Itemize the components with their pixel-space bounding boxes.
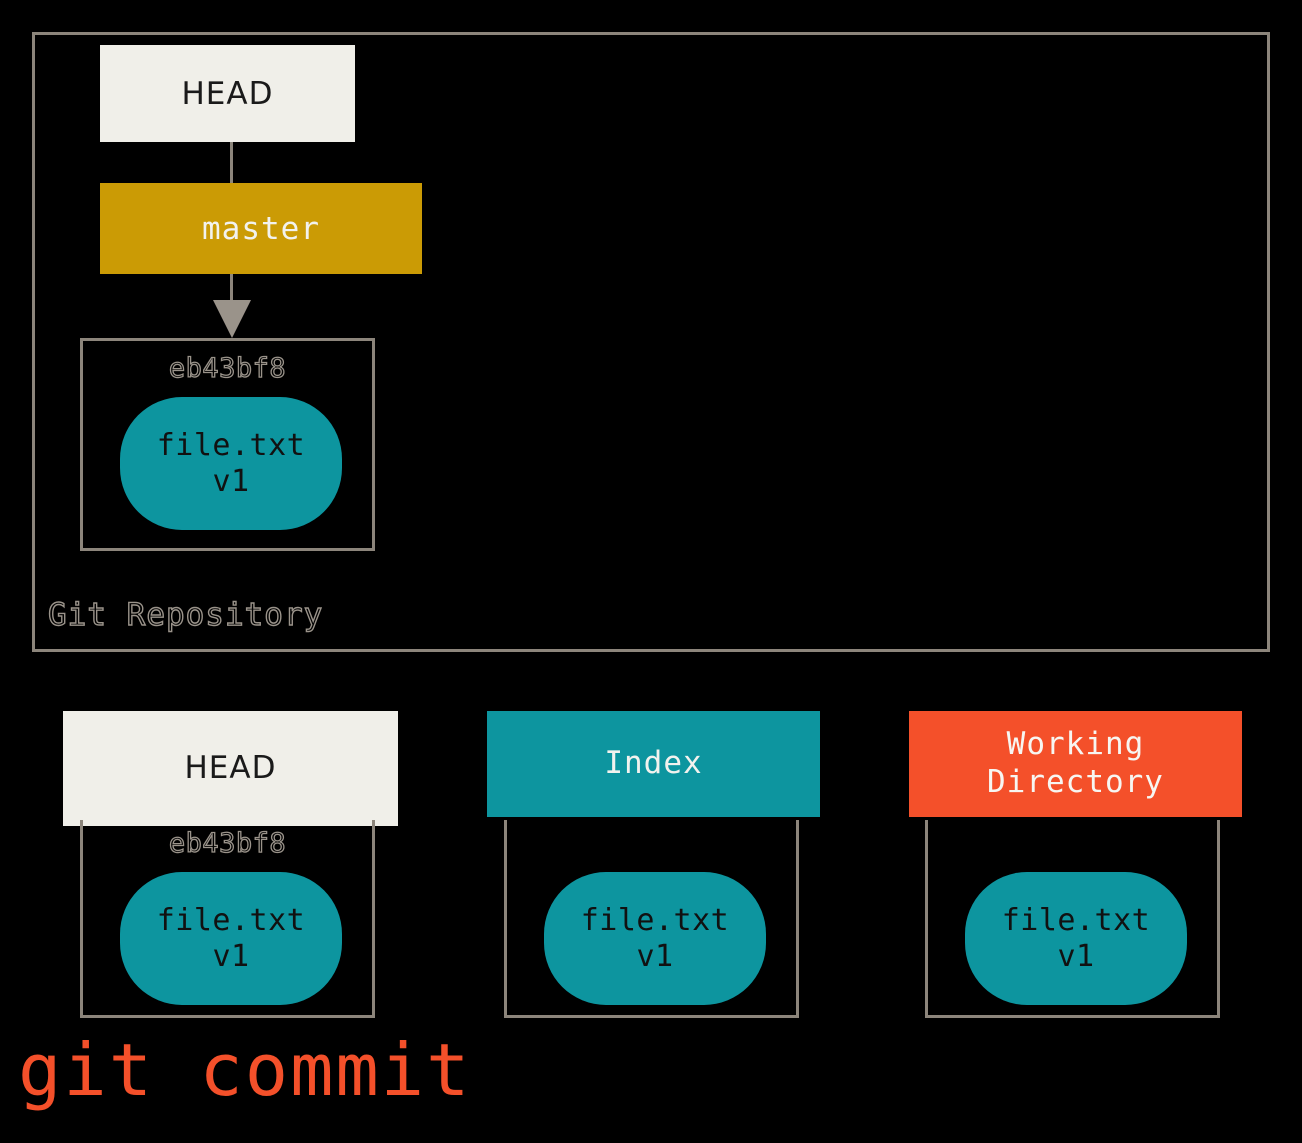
area-working-directory-blob: file.txt v1	[965, 872, 1187, 1005]
repo-commit-hash: eb43bf8	[168, 352, 287, 384]
repo-commit-blob-filename: file.txt	[156, 428, 306, 464]
connector-head-to-master	[230, 142, 233, 184]
area-header-working-directory: Working Directory	[909, 711, 1242, 817]
arrow-down-icon	[213, 300, 251, 338]
area-index-blob-filename: file.txt	[580, 903, 730, 939]
area-header-working-directory-label-line1: Working	[1006, 726, 1145, 763]
git-commit-diagram: Git Repository HEAD master eb43bf8 file.…	[0, 0, 1302, 1143]
repo-branch-ref-box: master	[100, 183, 422, 274]
repo-branch-ref-label: master	[202, 210, 320, 247]
area-header-working-directory-label-line2: Directory	[987, 764, 1164, 800]
area-header-head: HEAD	[63, 711, 398, 826]
area-working-directory-blob-filename: file.txt	[1001, 903, 1151, 939]
git-repository-label: Git Repository	[47, 597, 324, 633]
area-working-directory-blob-version: v1	[1057, 938, 1095, 974]
area-head-blob-version: v1	[212, 938, 250, 974]
repo-head-ref-label: HEAD	[181, 75, 274, 112]
area-head-blob: file.txt v1	[120, 872, 342, 1005]
area-header-index: Index	[487, 711, 820, 817]
area-header-index-label: Index	[604, 745, 703, 782]
repo-head-ref-box: HEAD	[100, 45, 355, 142]
repo-commit-blob: file.txt v1	[120, 397, 342, 530]
area-index-blob-version: v1	[636, 938, 674, 974]
diagram-caption: git commit	[18, 1028, 472, 1112]
area-header-head-label: HEAD	[184, 749, 277, 786]
area-head-commit-hash: eb43bf8	[168, 827, 287, 859]
area-index-blob: file.txt v1	[544, 872, 766, 1005]
area-head-blob-filename: file.txt	[156, 903, 306, 939]
repo-commit-blob-version: v1	[212, 463, 250, 499]
